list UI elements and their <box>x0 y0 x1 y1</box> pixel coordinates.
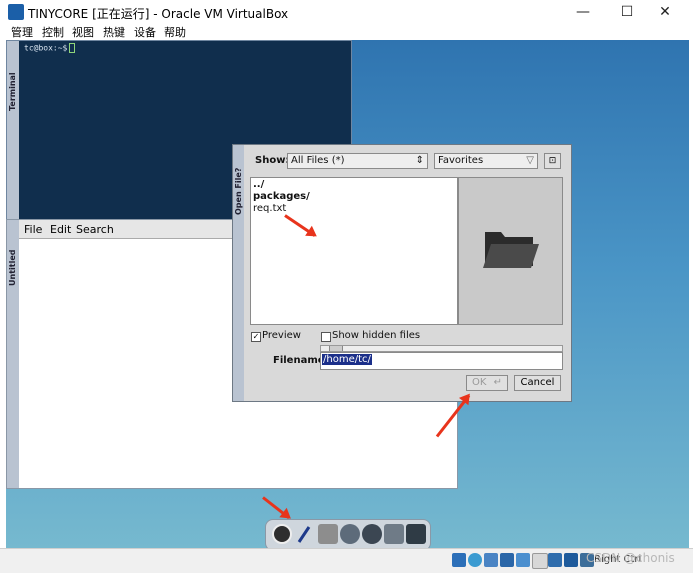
preview-pane <box>458 177 563 325</box>
new-folder-button[interactable]: ⊡ <box>544 153 561 169</box>
menu-hotkeys[interactable]: 热键 <box>103 25 125 40</box>
preview-size-slider[interactable] <box>320 345 563 352</box>
minimize-button[interactable]: — <box>568 2 598 22</box>
editor-menu-edit[interactable]: Edit <box>50 223 71 236</box>
select-arrow-icon: ⇕ <box>415 155 424 166</box>
ok-button-label: OK <box>471 377 487 388</box>
favorites-label: Favorites <box>438 155 484 166</box>
menu-devices[interactable]: 设备 <box>134 25 156 40</box>
editor-sidebar[interactable]: Untitled <box>7 220 19 488</box>
dialog-sidebar[interactable]: Open File? <box>233 145 244 401</box>
editor-pen-icon[interactable] <box>294 524 314 544</box>
hdd-status-icon[interactable] <box>452 553 466 567</box>
terminal-side-label: Terminal <box>8 72 17 111</box>
file-item-parent[interactable]: ../ <box>253 179 264 190</box>
usb-status-icon[interactable] <box>516 553 530 567</box>
filename-input[interactable]: /home/tc/ <box>320 352 563 370</box>
window-titlebar: TINYCORE [正在运行] - Oracle VM VirtualBox —… <box>0 0 693 25</box>
open-file-dialog[interactable]: Open File? Show: All Files (*) ⇕ Favorit… <box>232 144 572 402</box>
optical-status-icon[interactable] <box>468 553 482 567</box>
preview-checkbox-label: Preview <box>262 330 301 341</box>
settings-icon[interactable] <box>362 524 382 544</box>
terminal-prompt-text: tc@box:~$ <box>24 43 68 53</box>
show-hidden-checkbox[interactable] <box>321 332 331 342</box>
slider-handle[interactable] <box>329 346 343 351</box>
app-browser-icon[interactable] <box>340 524 360 544</box>
network-status-icon[interactable] <box>500 553 514 567</box>
watermark: CSDN @chonis <box>586 551 675 565</box>
menu-view[interactable]: 视图 <box>72 25 94 40</box>
menu-help[interactable]: 帮助 <box>164 25 186 40</box>
menu-control[interactable]: 控制 <box>42 25 64 40</box>
editor-side-label: Untitled <box>8 249 17 286</box>
preview-checkbox[interactable]: ✓ <box>251 332 261 342</box>
statusbar: Right Ctrl CSDN @chonis <box>0 548 693 573</box>
menu-manage[interactable]: 管理 <box>11 25 33 40</box>
editor-menu-file[interactable]: File <box>24 223 42 236</box>
display-status-icon[interactable] <box>548 553 562 567</box>
terminal-sidebar[interactable]: Terminal <box>7 41 19 221</box>
cancel-button[interactable]: Cancel <box>514 375 561 391</box>
file-item-req-txt[interactable]: req.txt <box>253 203 286 214</box>
show-label: Show: <box>255 155 290 166</box>
terminal-icon[interactable] <box>406 524 426 544</box>
guest-desktop[interactable]: Terminal tc@box:~$ Untitled File Edit Se… <box>6 40 689 548</box>
show-hidden-label: Show hidden files <box>332 330 421 341</box>
recording-status-icon[interactable] <box>564 553 578 567</box>
favorites-select[interactable]: Favorites ▽ <box>434 153 538 169</box>
close-button[interactable]: ✕ <box>650 2 680 22</box>
chevron-down-icon: ▽ <box>526 155 534 166</box>
dialog-side-label: Open File? <box>234 167 243 215</box>
ok-button[interactable]: OK ↵ <box>466 375 508 391</box>
editor-menu-search[interactable]: Search <box>76 223 114 236</box>
control-panel-icon[interactable] <box>318 524 338 544</box>
audio-status-icon[interactable] <box>484 553 498 567</box>
mount-icon[interactable] <box>384 524 404 544</box>
filename-value: /home/tc/ <box>322 354 372 365</box>
new-folder-icon: ⊡ <box>548 156 557 166</box>
shared-folder-status-icon[interactable] <box>532 553 548 569</box>
file-list[interactable]: ../ packages/ req.txt <box>250 177 458 325</box>
dock <box>265 519 431 548</box>
file-item-packages[interactable]: packages/ <box>253 191 310 202</box>
terminal-prompt[interactable]: tc@box:~$ <box>24 43 76 53</box>
window-title: TINYCORE [正在运行] - Oracle VM VirtualBox <box>28 7 289 21</box>
file-type-value: All Files (*) <box>291 155 345 166</box>
menubar: 管理 控制 视图 热键 设备 帮助 <box>0 25 693 40</box>
virtualbox-app-icon <box>8 4 24 20</box>
return-icon: ↵ <box>493 377 502 388</box>
terminal-cursor <box>69 43 76 53</box>
folder-icon <box>483 232 539 268</box>
file-type-select[interactable]: All Files (*) ⇕ <box>287 153 428 169</box>
maximize-button[interactable]: ☐ <box>612 2 642 22</box>
cancel-button-label: Cancel <box>520 377 555 388</box>
power-icon[interactable] <box>272 524 292 544</box>
